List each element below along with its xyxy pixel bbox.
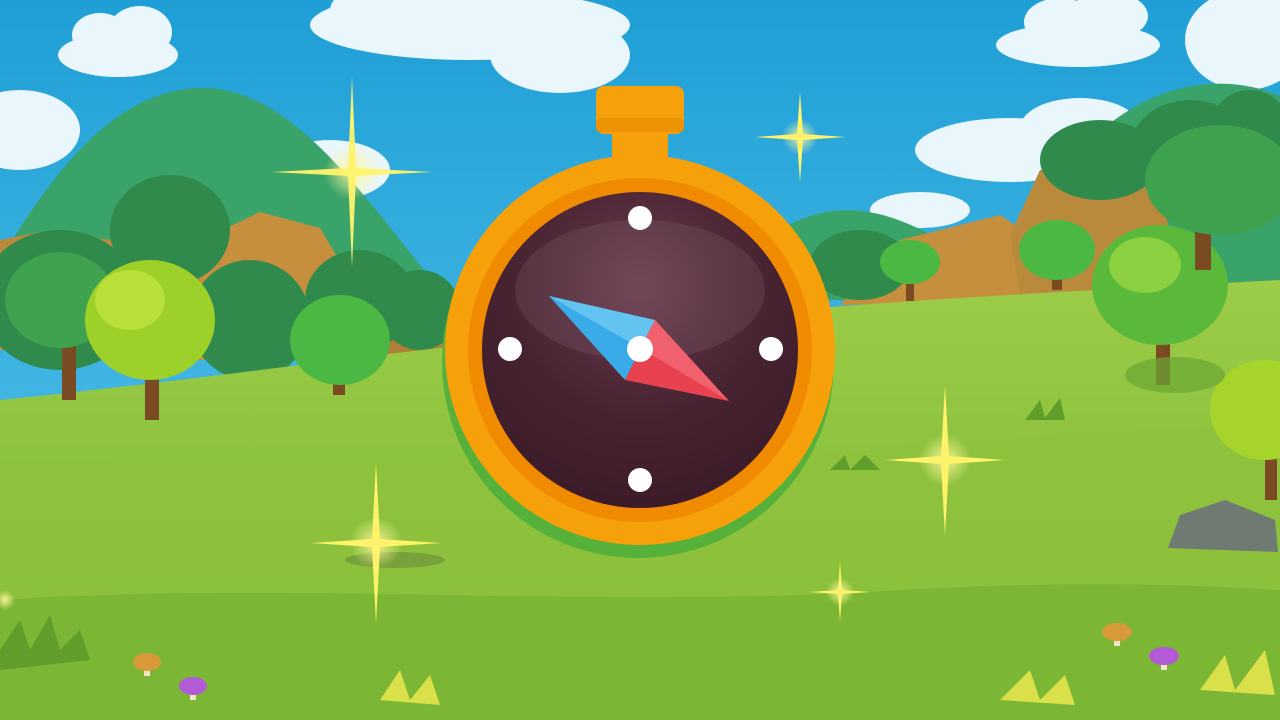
marker-south — [628, 468, 652, 492]
marker-east — [759, 337, 783, 361]
game-scene — [0, 0, 1280, 720]
bush — [1125, 357, 1225, 393]
needle-pivot — [627, 336, 653, 362]
marker-west — [498, 337, 522, 361]
marker-north — [628, 206, 652, 230]
